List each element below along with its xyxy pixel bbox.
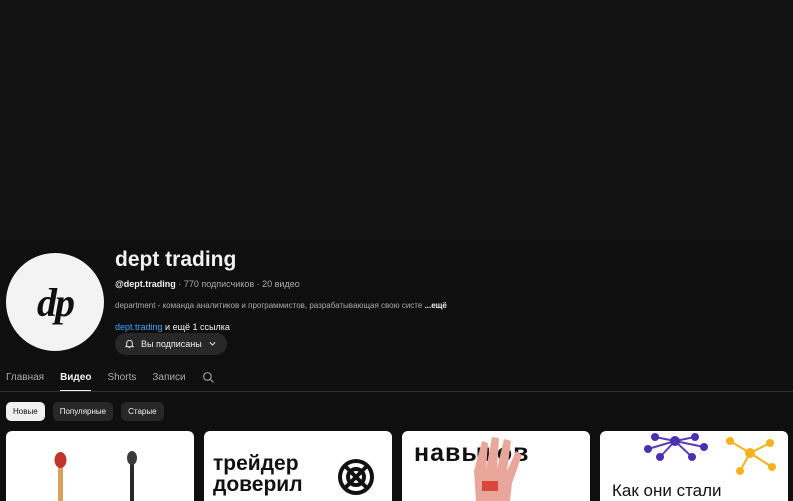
channel-name: dept trading xyxy=(115,248,237,271)
subscribed-button[interactable]: Вы подписаны xyxy=(115,333,227,355)
chevron-down-icon xyxy=(208,339,217,350)
video-thumbnail[interactable]: Как они стали xyxy=(600,431,788,501)
channel-info: dept trading @dept.trading · 770 подписч… xyxy=(115,246,785,333)
video-thumbnail[interactable] xyxy=(6,431,194,501)
thumbnail-text: Как они стали xyxy=(612,481,722,500)
more-links[interactable]: и ещё 1 ссылка xyxy=(163,322,230,332)
channel-handle: @dept.trading xyxy=(115,279,176,289)
channel-description[interactable]: department - команда аналитиков и програ… xyxy=(115,300,785,312)
video-count: 20 видео xyxy=(262,279,300,289)
chip-newest[interactable]: Новые xyxy=(6,402,45,421)
subscriber-count: 770 подписчиков xyxy=(183,279,255,289)
meta-separator: · xyxy=(256,279,260,289)
tab-home[interactable]: Главная xyxy=(6,366,44,386)
channel-link[interactable]: dept.trading xyxy=(115,322,163,332)
chip-oldest[interactable]: Старые xyxy=(121,402,164,421)
openai-logo-icon xyxy=(338,459,374,495)
subscribed-label: Вы подписаны xyxy=(141,339,202,349)
bell-icon xyxy=(124,338,135,351)
hand-image xyxy=(474,437,522,501)
channel-tabs: Главная Видео Shorts Записи xyxy=(6,366,215,392)
description-more-link[interactable]: ...ещё xyxy=(425,301,447,310)
tabs-divider xyxy=(0,391,793,392)
tab-posts[interactable]: Записи xyxy=(152,366,185,386)
meta-separator: · xyxy=(178,279,182,289)
video-thumbnail[interactable]: трейдер доверил xyxy=(204,431,392,501)
avatar-logo-text: dp xyxy=(37,279,75,325)
tab-videos[interactable]: Видео xyxy=(60,366,92,392)
channel-links: dept.trading и ещё 1 ссылка xyxy=(115,321,785,333)
tab-shorts[interactable]: Shorts xyxy=(107,366,136,386)
chip-popular[interactable]: Популярные xyxy=(52,402,114,421)
video-grid: трейдер доверил навыков Как они стали xyxy=(6,431,788,501)
description-text: department - команда аналитиков и програ… xyxy=(115,301,423,310)
channel-avatar[interactable]: dp xyxy=(6,253,104,351)
channel-meta: @dept.trading · 770 подписчиков · 20 вид… xyxy=(115,277,785,291)
video-thumbnail[interactable]: навыков xyxy=(402,431,590,501)
matches-image xyxy=(54,451,137,501)
sort-chips: Новые Популярные Старые xyxy=(6,402,164,421)
search-icon[interactable] xyxy=(202,366,215,389)
channel-banner xyxy=(0,0,793,240)
